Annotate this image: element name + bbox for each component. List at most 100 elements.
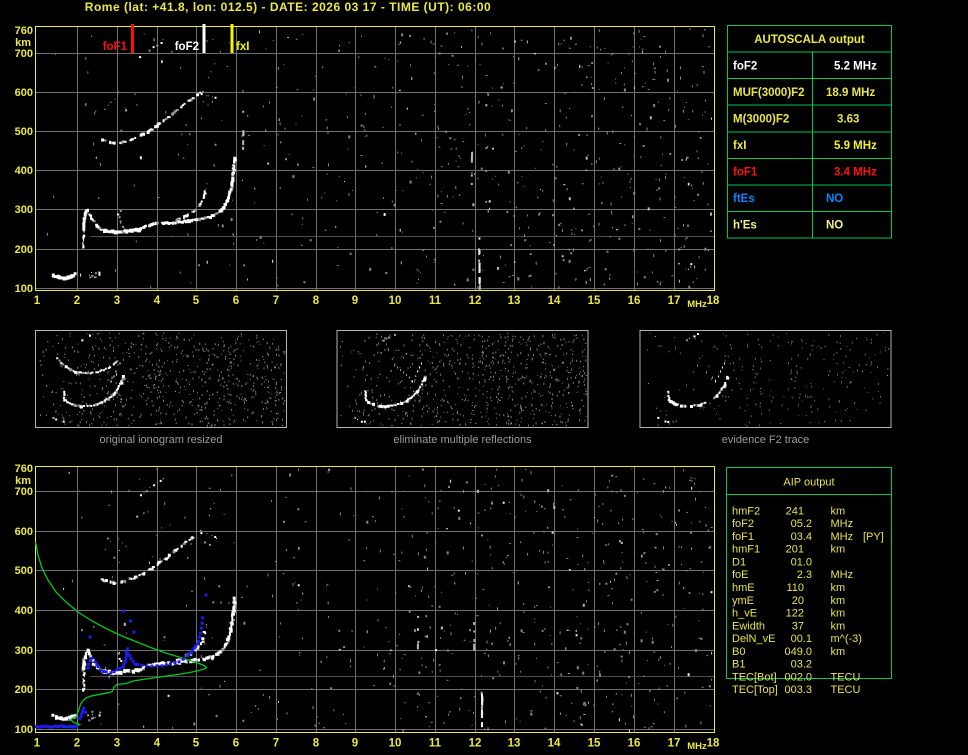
svg-text:500: 500 xyxy=(15,565,33,577)
svg-text:TECU: TECU xyxy=(831,684,861,696)
svg-text:400: 400 xyxy=(15,605,33,617)
svg-text:MHz: MHz xyxy=(687,299,707,310)
svg-text:760: 760 xyxy=(15,25,33,37)
svg-text:2: 2 xyxy=(74,738,80,750)
svg-text:km: km xyxy=(831,582,846,594)
svg-text:B0: B0 xyxy=(732,646,745,658)
svg-text:D1: D1 xyxy=(732,557,746,569)
svg-text:foF1: foF1 xyxy=(103,41,128,53)
svg-text:MHz: MHz xyxy=(831,531,854,543)
svg-text:12: 12 xyxy=(469,295,482,307)
svg-text:3.4 MHz: 3.4 MHz xyxy=(834,167,877,179)
svg-text:2: 2 xyxy=(74,295,80,307)
svg-text:MHz: MHz xyxy=(687,741,707,752)
svg-text:700: 700 xyxy=(15,48,33,60)
svg-text:5.2 MHz: 5.2 MHz xyxy=(834,60,877,72)
svg-text:5.9 MHz: 5.9 MHz xyxy=(834,140,877,152)
svg-text:05.2: 05.2 xyxy=(791,518,812,530)
svg-text:km: km xyxy=(831,620,846,632)
svg-text:200: 200 xyxy=(15,244,33,256)
svg-text:14: 14 xyxy=(548,738,561,750)
svg-text:hmE: hmE xyxy=(732,582,755,594)
svg-text:B1: B1 xyxy=(732,659,745,671)
svg-text:5: 5 xyxy=(193,738,200,750)
svg-text:600: 600 xyxy=(15,87,33,99)
svg-text:13: 13 xyxy=(508,738,521,750)
svg-text:hmF2: hmF2 xyxy=(732,505,760,517)
svg-text:h_vE: h_vE xyxy=(732,608,757,620)
svg-text:12: 12 xyxy=(469,738,482,750)
svg-text:18.9 MHz: 18.9 MHz xyxy=(826,87,875,99)
svg-text:km: km xyxy=(831,544,846,556)
svg-text:110: 110 xyxy=(786,582,804,594)
svg-text:00.1: 00.1 xyxy=(791,633,812,645)
svg-text:18: 18 xyxy=(707,295,720,307)
svg-text:37: 37 xyxy=(792,620,804,632)
svg-text:4: 4 xyxy=(154,295,161,307)
svg-text:AIP output: AIP output xyxy=(783,477,834,489)
svg-text:002.0: 002.0 xyxy=(784,671,812,683)
svg-text:200: 200 xyxy=(15,684,33,696)
svg-text:11: 11 xyxy=(429,295,442,307)
svg-text:Ewidth: Ewidth xyxy=(732,620,765,632)
svg-text:foF2: foF2 xyxy=(733,60,757,72)
svg-text:9: 9 xyxy=(352,738,358,750)
svg-text:fxI: fxI xyxy=(236,41,249,53)
svg-text:100: 100 xyxy=(15,724,33,736)
svg-text:003.3: 003.3 xyxy=(784,684,812,696)
svg-text:km: km xyxy=(831,505,846,517)
svg-text:km: km xyxy=(15,475,31,487)
svg-text:241: 241 xyxy=(786,505,804,517)
svg-text:TECU: TECU xyxy=(831,671,861,683)
svg-text:NO: NO xyxy=(826,220,843,232)
svg-text:7: 7 xyxy=(273,738,279,750)
svg-text:original ionogram resized: original ionogram resized xyxy=(100,434,223,446)
svg-text:10: 10 xyxy=(389,738,402,750)
svg-text:16: 16 xyxy=(628,295,641,307)
svg-text:03.2: 03.2 xyxy=(791,659,812,671)
svg-text:NO: NO xyxy=(826,193,843,205)
svg-text:13: 13 xyxy=(508,295,521,307)
svg-text:16: 16 xyxy=(628,738,641,750)
svg-text:M(3000)F2: M(3000)F2 xyxy=(733,114,789,126)
svg-text:17: 17 xyxy=(668,295,681,307)
svg-text:3: 3 xyxy=(114,295,120,307)
svg-text:6: 6 xyxy=(233,295,239,307)
svg-text:TEC[Bot]: TEC[Bot] xyxy=(732,671,777,683)
svg-text:8: 8 xyxy=(313,295,320,307)
svg-text:10: 10 xyxy=(389,295,402,307)
svg-text:MUF(3000)F2: MUF(3000)F2 xyxy=(733,87,805,99)
svg-text:hmF1: hmF1 xyxy=(732,544,760,556)
svg-text:14: 14 xyxy=(548,295,561,307)
svg-text:01.0: 01.0 xyxy=(791,557,812,569)
svg-text:foF2: foF2 xyxy=(732,518,754,530)
svg-text:km: km xyxy=(831,646,846,658)
svg-text:03.4: 03.4 xyxy=(791,531,812,543)
svg-text:18: 18 xyxy=(707,738,720,750)
svg-text:3.63: 3.63 xyxy=(837,114,859,126)
svg-text:4: 4 xyxy=(154,738,161,750)
svg-text:400: 400 xyxy=(15,165,33,177)
svg-text:600: 600 xyxy=(15,526,33,538)
svg-text:h'Es: h'Es xyxy=(733,220,757,232)
svg-text:760: 760 xyxy=(15,463,33,475)
svg-text:km: km xyxy=(831,595,846,607)
svg-text:2.3: 2.3 xyxy=(797,569,812,581)
svg-text:ymE: ymE xyxy=(732,595,754,607)
svg-text:8: 8 xyxy=(313,738,320,750)
svg-text:049.0: 049.0 xyxy=(784,646,812,658)
svg-text:300: 300 xyxy=(15,204,33,216)
svg-text:TEC[Top]: TEC[Top] xyxy=(732,684,778,696)
svg-text:fxI: fxI xyxy=(733,140,746,152)
svg-text:100: 100 xyxy=(15,283,33,295)
svg-text:km: km xyxy=(15,37,31,49)
svg-text:17: 17 xyxy=(668,738,681,750)
svg-text:3: 3 xyxy=(114,738,120,750)
svg-text:700: 700 xyxy=(15,486,33,498)
svg-text:MHz: MHz xyxy=(831,569,854,581)
svg-text:MHz: MHz xyxy=(831,518,854,530)
svg-text:5: 5 xyxy=(193,295,200,307)
svg-text:foF2: foF2 xyxy=(175,41,199,53)
svg-text:ftEs: ftEs xyxy=(733,193,755,205)
svg-text:7: 7 xyxy=(273,295,279,307)
